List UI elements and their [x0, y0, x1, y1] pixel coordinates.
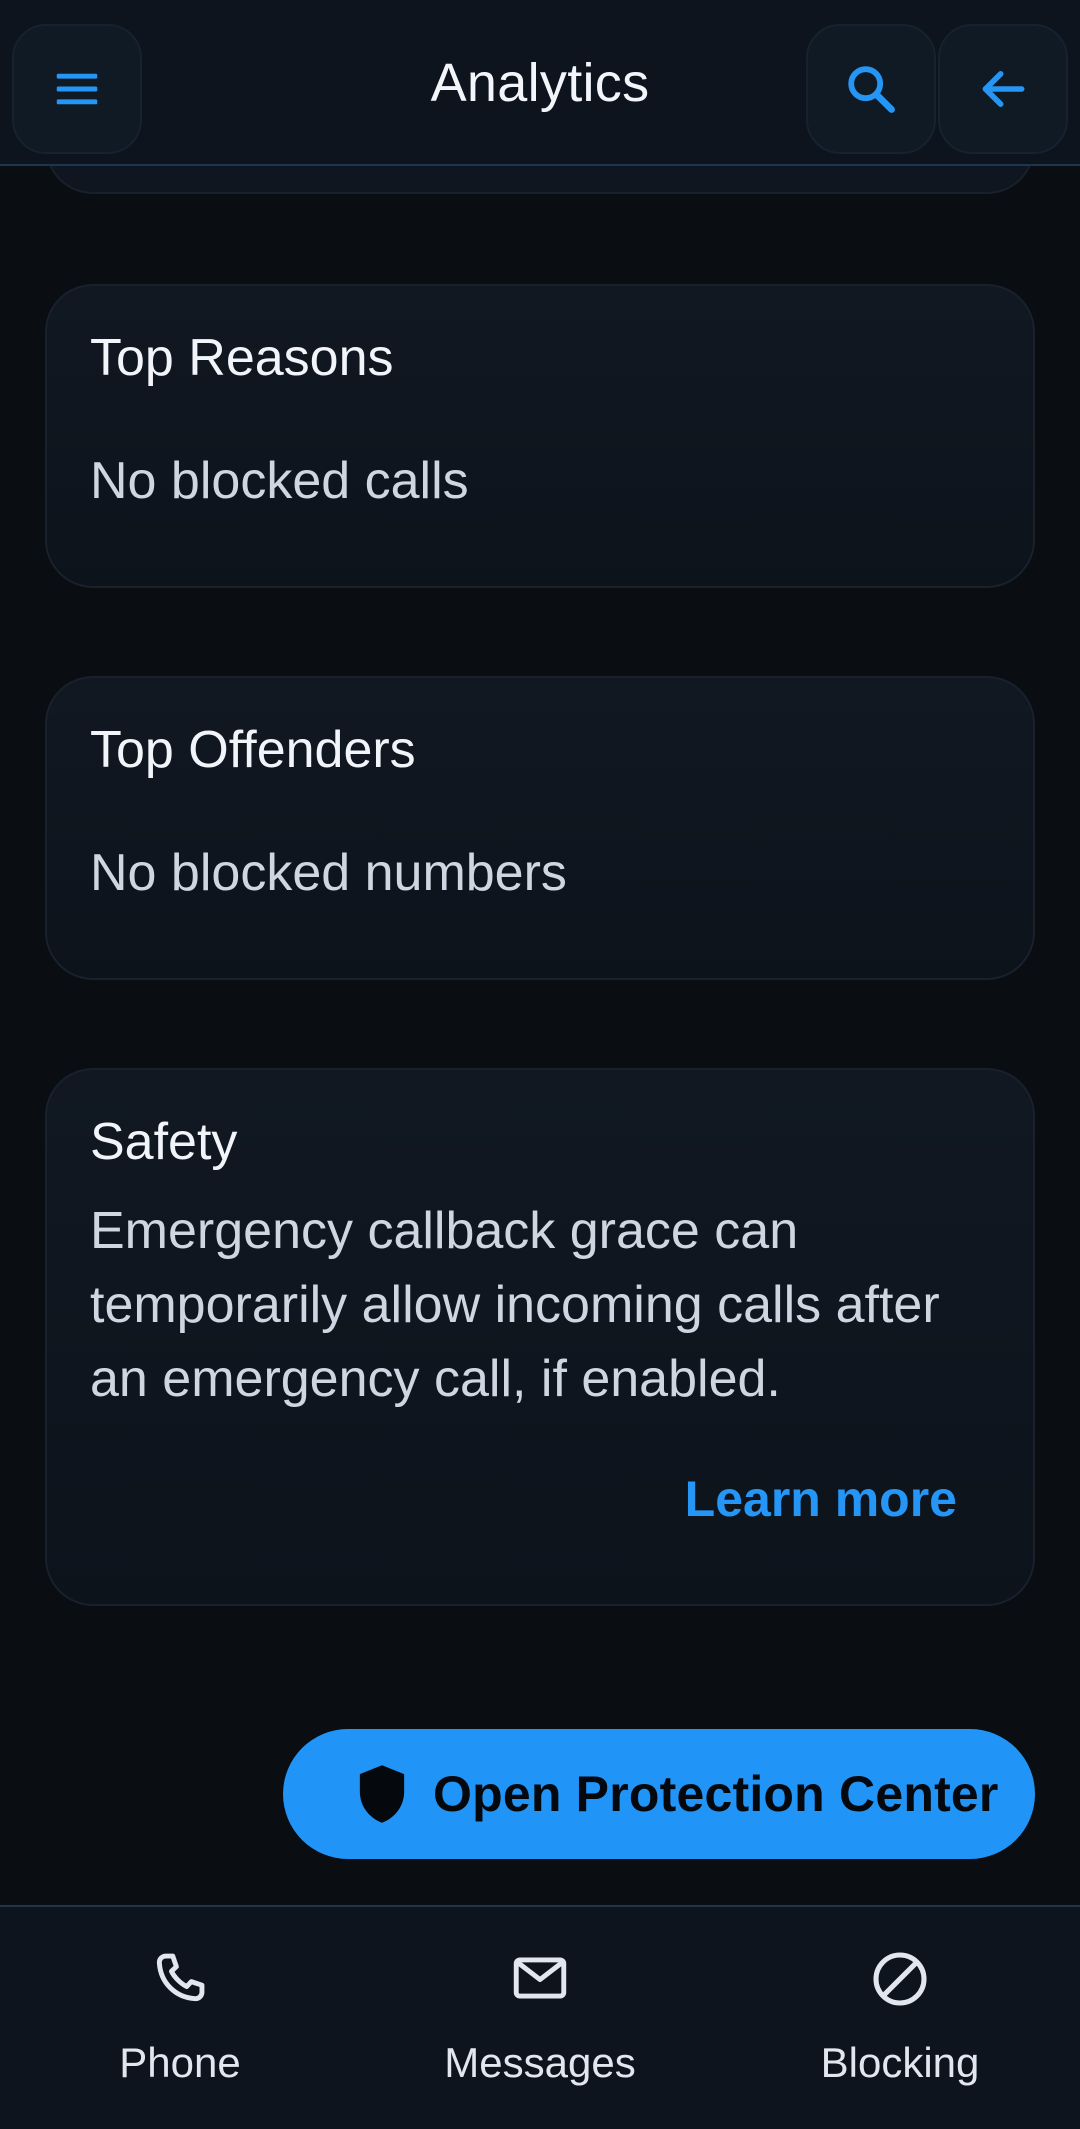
shield-icon	[359, 1765, 405, 1823]
fab-label: Open Protection Center	[433, 1766, 999, 1822]
analytics-screen: Analytics Top Reasons No blocked calls T…	[0, 0, 1080, 2129]
top-reasons-card: Top Reasons No blocked calls	[45, 284, 1035, 588]
phone-icon	[156, 1953, 205, 2002]
mail-icon	[513, 1957, 567, 1999]
back-button[interactable]	[938, 24, 1068, 154]
learn-more-link[interactable]: Learn more	[685, 1470, 957, 1528]
arrow-back-icon	[982, 71, 1025, 107]
nav-item-messages[interactable]: Messages	[360, 1907, 720, 2129]
top-reasons-title: Top Reasons	[90, 329, 394, 387]
top-offenders-empty-text: No blocked numbers	[90, 844, 567, 902]
top-offenders-title: Top Offenders	[90, 721, 416, 779]
top-offenders-card: Top Offenders No blocked numbers	[45, 676, 1035, 980]
top-reasons-empty-text: No blocked calls	[90, 452, 469, 510]
block-icon	[873, 1952, 927, 2006]
safety-title: Safety	[90, 1113, 238, 1171]
safety-description: Emergency callback grace can temporarily…	[90, 1202, 940, 1408]
nav-item-phone[interactable]: Phone	[0, 1907, 360, 2129]
top-app-bar: Analytics	[0, 0, 1080, 166]
nav-label-blocking: Blocking	[820, 2039, 980, 2086]
safety-card: Safety Emergency callback grace can temp…	[45, 1068, 1035, 1606]
nav-label-phone: Phone	[119, 2039, 241, 2086]
bottom-navigation: Phone Messages Blocking	[0, 1905, 1080, 2129]
search-button[interactable]	[806, 24, 936, 154]
search-icon	[848, 66, 895, 113]
open-protection-center-button[interactable]: Open Protection Center	[283, 1729, 1035, 1859]
nav-item-blocking[interactable]: Blocking	[720, 1907, 1080, 2129]
nav-label-messages: Messages	[444, 2039, 636, 2086]
